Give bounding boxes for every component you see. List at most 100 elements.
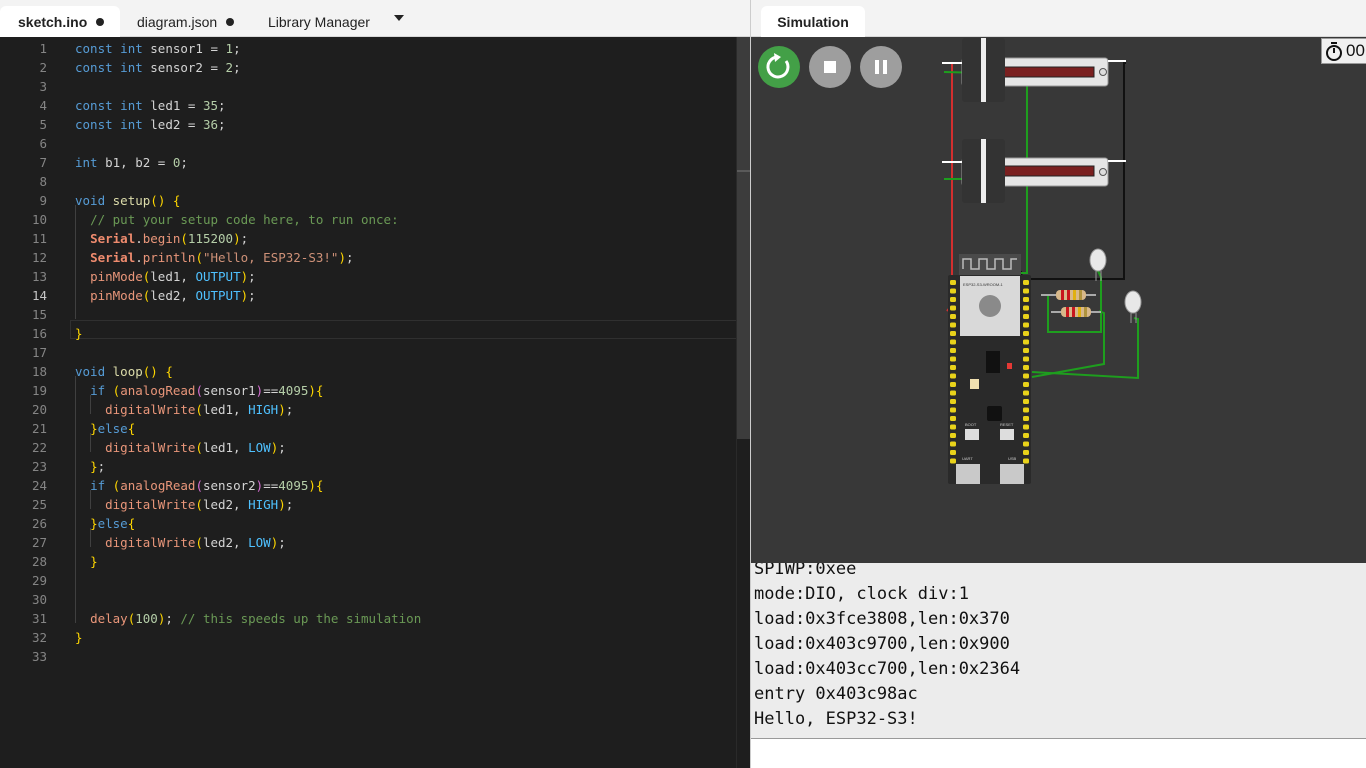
pin-icon: [950, 433, 956, 438]
line-number: 13: [31, 269, 47, 284]
scrollbar-thumb[interactable]: [737, 37, 750, 439]
code-text: }else{: [90, 516, 136, 531]
code-line[interactable]: 16}: [0, 324, 736, 343]
code-line[interactable]: 18 void loop() {: [0, 362, 736, 381]
pin-icon: [950, 382, 956, 387]
code-text: digitalWrite(led1, HIGH);: [105, 402, 294, 417]
led-1[interactable]: [1089, 248, 1107, 281]
pin-icon: [950, 424, 956, 430]
boot-button: [965, 429, 979, 440]
editor-tab-bar: sketch.ino diagram.json Library Manager: [0, 0, 750, 37]
pause-button[interactable]: [860, 46, 902, 88]
code-line[interactable]: 8: [0, 172, 736, 191]
code-line[interactable]: 4 const int led1 = 35;: [0, 96, 736, 115]
code-line[interactable]: 25 digitalWrite(led2, HIGH);: [0, 495, 736, 514]
wire-green: [944, 178, 964, 183]
tab-library-manager[interactable]: Library Manager: [268, 0, 378, 37]
resistor-1[interactable]: [1041, 290, 1096, 300]
code-line[interactable]: 6: [0, 134, 736, 153]
code-line[interactable]: 3: [0, 77, 736, 96]
code-line[interactable]: 33: [0, 647, 736, 666]
resistor-2[interactable]: [1051, 307, 1101, 317]
code-line[interactable]: 1 const int sensor1 = 1;: [0, 39, 736, 58]
code-text: const int led1 = 35;: [75, 98, 226, 113]
code-text: Serial.println("Hello, ESP32-S3!");: [90, 250, 354, 265]
code-line[interactable]: 22 digitalWrite(led1, LOW);: [0, 438, 736, 457]
tab-sketch-ino[interactable]: sketch.ino: [0, 6, 120, 37]
wire-green: [1031, 310, 1105, 378]
code-line[interactable]: 21 }else{: [0, 419, 736, 438]
espressif-logo-icon: [979, 295, 1001, 317]
code-line[interactable]: 13 pinMode(led1, OUTPUT);: [0, 267, 736, 286]
pin-icon: [950, 407, 956, 413]
code-line[interactable]: 23 };: [0, 457, 736, 476]
pin-icon: [1023, 356, 1029, 362]
code-editor[interactable]: 1 const int sensor1 = 1; 2 const int sensor…: [0, 37, 748, 768]
line-number: 33: [31, 649, 47, 664]
serial-line: load:0x403c9700,len:0x900: [754, 634, 1010, 654]
scrollbar-cursor-marker: [737, 170, 750, 172]
esp32-s3-board[interactable]: ESP32-S3-WROOM-1 BOOT RESET UART USB: [948, 254, 1031, 484]
uart-port: [956, 464, 980, 484]
line-number: 17: [31, 345, 47, 360]
slide-potentiometer-2[interactable]: [942, 139, 1126, 203]
tab-simulation[interactable]: Simulation: [761, 6, 865, 37]
wire-red: [942, 62, 953, 312]
editor-scrollbar[interactable]: [736, 37, 750, 768]
code-line[interactable]: 24 if (analogRead(sensor2)==4095){: [0, 476, 736, 495]
code-text: void loop() {: [75, 364, 173, 379]
line-number: 11: [31, 231, 47, 246]
pin-icon: [1023, 365, 1029, 370]
code-line[interactable]: 31 delay(100); // this speeds up the sim…: [0, 609, 736, 628]
code-line[interactable]: 12 Serial.println("Hello, ESP32-S3!");: [0, 248, 736, 267]
code-line[interactable]: 11 Serial.begin(115200);: [0, 229, 736, 248]
code-line[interactable]: 7 int b1, b2 = 0;: [0, 153, 736, 172]
pin-icon: [1023, 450, 1029, 455]
boot-label: BOOT: [965, 422, 977, 427]
code-line[interactable]: 27 digitalWrite(led2, LOW);: [0, 533, 736, 552]
pin-icon: [1023, 339, 1029, 345]
tab-label: diagram.json: [137, 14, 218, 30]
pin-icon: [950, 314, 956, 319]
code-line[interactable]: 19 if (analogRead(sensor1)==4095){: [0, 381, 736, 400]
circuit-canvas[interactable]: ESP32-S3-WROOM-1 BOOT RESET UART USB: [751, 37, 1366, 563]
line-number: 14: [31, 288, 47, 303]
simulation-tab-bar: Simulation: [751, 0, 1366, 37]
pin-icon: [1023, 314, 1029, 319]
pin-icon: [1023, 441, 1029, 447]
restart-button[interactable]: [758, 46, 800, 88]
code-line[interactable]: 2 const int sensor2 = 2;: [0, 58, 736, 77]
pin-icon: [950, 373, 956, 379]
code-line[interactable]: 28 }: [0, 552, 736, 571]
code-line[interactable]: 10 // put your setup code here, to run o…: [0, 210, 736, 229]
code-line[interactable]: 14 pinMode(led2, OUTPUT);: [0, 286, 736, 305]
unsaved-dot-icon: [96, 18, 105, 26]
pin-icon: [1023, 416, 1029, 421]
code-line[interactable]: 26 }else{: [0, 514, 736, 533]
code-line[interactable]: 17: [0, 343, 736, 362]
slide-potentiometer-1[interactable]: [942, 38, 1126, 102]
restart-icon: [766, 53, 790, 79]
chevron-down-icon[interactable]: [394, 15, 404, 21]
pin-icon: [950, 331, 956, 336]
code-line[interactable]: 9 void setup() {: [0, 191, 736, 210]
code-line[interactable]: 30: [0, 590, 736, 609]
stop-button[interactable]: [809, 46, 851, 88]
pin-icon: [950, 390, 956, 396]
code-line[interactable]: 29: [0, 571, 736, 590]
tab-diagram-json[interactable]: diagram.json: [137, 0, 247, 37]
line-number: 25: [31, 497, 47, 512]
line-number: 20: [31, 402, 47, 417]
pin-icon: [1023, 433, 1029, 438]
code-line[interactable]: 20 digitalWrite(led1, HIGH);: [0, 400, 736, 419]
code-line[interactable]: 5 const int led2 = 36;: [0, 115, 736, 134]
serial-input[interactable]: [751, 738, 1366, 768]
code-text: const int sensor1 = 1;: [75, 41, 241, 56]
serial-line: load:0x403cc700,len:0x2364: [754, 659, 1021, 679]
pin-icon: [950, 339, 956, 345]
pin-icon: [1023, 297, 1029, 302]
code-text: pinMode(led2, OUTPUT);: [90, 288, 256, 303]
line-number: 2: [39, 60, 47, 75]
code-line[interactable]: 15: [0, 305, 736, 324]
code-line[interactable]: 32}: [0, 628, 736, 647]
